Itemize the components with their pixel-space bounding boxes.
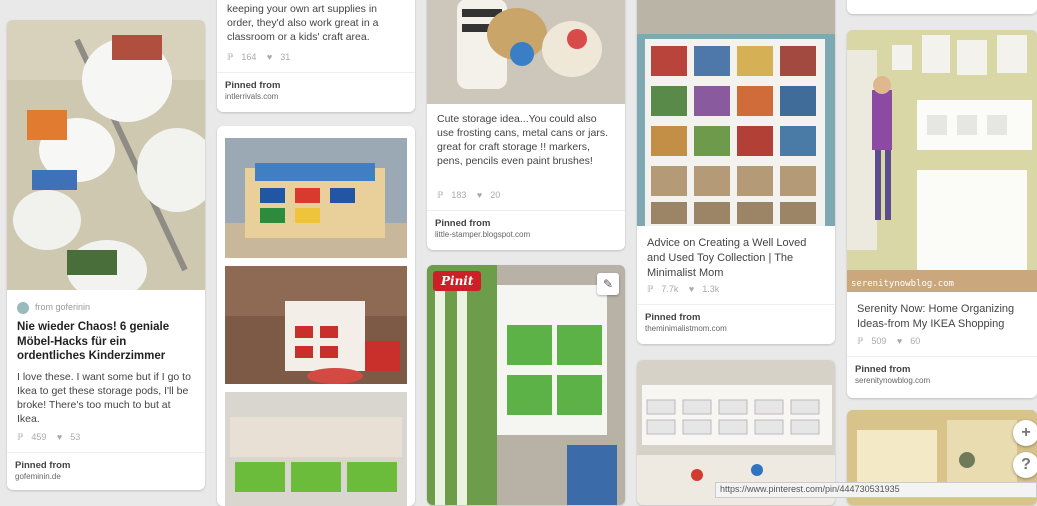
pinned-from[interactable]: Pinned from intlerrivals.com bbox=[217, 72, 415, 101]
pin-card-playroom[interactable] bbox=[217, 126, 415, 506]
pin-image-pods[interactable] bbox=[7, 20, 205, 290]
pin-stats: ℙ 164 ♥ 31 bbox=[227, 52, 298, 63]
heart-icon: ♥ bbox=[476, 190, 483, 200]
pinned-from[interactable]: Pinned from gofeminin.de bbox=[7, 452, 205, 481]
pin-icon: ℙ bbox=[437, 190, 444, 200]
help-button[interactable]: ? bbox=[1013, 452, 1037, 478]
like-count: 60 bbox=[910, 336, 921, 346]
image-watermark: serenitynowblog.com bbox=[851, 279, 954, 289]
repin-count: 164 bbox=[241, 52, 257, 62]
pin-description: Serenity Now: Home Organizing Ideas-from… bbox=[857, 303, 1015, 330]
kallax-shelf-photo bbox=[637, 0, 835, 226]
like-count: 20 bbox=[490, 190, 501, 200]
ikea-desk-photo bbox=[847, 30, 1037, 292]
lego-table-photo bbox=[225, 138, 407, 258]
pin-card-minimalist-mom[interactable]: Advice on Creating a Well Loved and Used… bbox=[637, 0, 835, 344]
pin-description: I love these. I want some but if I go to… bbox=[17, 371, 191, 425]
pin-icon: ℙ bbox=[227, 52, 234, 62]
status-url: https://www.pinterest.com/pin/4447305319… bbox=[715, 482, 1037, 498]
pinit-button[interactable]: Pinit bbox=[433, 271, 482, 291]
green-bench-photo bbox=[427, 265, 625, 505]
repin-count: 7.7k bbox=[661, 284, 679, 294]
heart-icon: ♥ bbox=[896, 336, 903, 346]
repin-count: 459 bbox=[31, 432, 47, 442]
pin-description: Cute storage idea...You could also use f… bbox=[437, 113, 608, 167]
pinned-from[interactable]: Pinned from serenitynowblog.com bbox=[847, 356, 1037, 385]
pin-title[interactable]: Nie wieder Chaos! 6 geniale Möbel-Hacks … bbox=[17, 320, 197, 364]
pin-stats: ℙ 459 ♥ 53 bbox=[17, 432, 88, 443]
avatar bbox=[17, 302, 29, 314]
pin-card-serenity-now[interactable]: serenitynowblog.com Serenity Now: Home O… bbox=[847, 30, 1037, 398]
pin-card-green-bench[interactable]: Pinit ✎ bbox=[427, 265, 625, 505]
pin-card-little-stamper[interactable]: Cute storage idea...You could also use f… bbox=[427, 0, 625, 250]
white-pod-organizers-photo bbox=[7, 20, 205, 290]
pin-image-green-bench[interactable] bbox=[427, 265, 625, 505]
pin-image-green-bins[interactable] bbox=[225, 392, 407, 506]
green-bins-photo bbox=[225, 392, 407, 506]
pin-stats: ℙ 509 ♥ 60 bbox=[857, 336, 928, 347]
pin-stats: ℙ 183 ♥ 20 bbox=[437, 190, 508, 201]
add-pin-button[interactable]: + bbox=[1013, 420, 1037, 446]
pinned-from-label: Pinned from bbox=[15, 460, 71, 471]
pin-description: keeping your own art supplies in order, … bbox=[227, 3, 379, 43]
pin-description: Advice on Creating a Well Loved and Used… bbox=[647, 237, 807, 279]
like-count: 1.3k bbox=[702, 284, 720, 294]
pin-stats: ℙ 7.7k ♥ 1.3k bbox=[647, 284, 727, 295]
pin-image-cans[interactable] bbox=[427, 0, 625, 104]
pin-icon: ℙ bbox=[857, 336, 864, 346]
pin-source[interactable]: theminimalistmom.com bbox=[645, 324, 727, 333]
pin-image-kallax[interactable] bbox=[637, 0, 835, 226]
pin-source[interactable]: little-stamper.blogspot.com bbox=[435, 230, 530, 239]
pinned-from[interactable]: Pinned from theminimalistmom.com bbox=[637, 304, 835, 333]
craft-cans-photo bbox=[427, 0, 625, 104]
pin-card-partial-top[interactable] bbox=[847, 0, 1037, 14]
pin-image-lego-table[interactable] bbox=[225, 138, 407, 258]
pinned-from-label: Pinned from bbox=[855, 364, 911, 375]
pin-icon: ℙ bbox=[647, 284, 654, 294]
repin-count: 183 bbox=[451, 190, 467, 200]
trofast-stairs-photo bbox=[225, 266, 407, 384]
heart-icon: ♥ bbox=[688, 284, 695, 294]
pinned-from-label: Pinned from bbox=[435, 218, 491, 229]
pinned-from-label: Pinned from bbox=[225, 80, 281, 91]
pencil-icon[interactable]: ✎ bbox=[597, 273, 619, 295]
repin-count: 509 bbox=[871, 336, 887, 346]
pin-attribution[interactable]: from goferinin bbox=[35, 302, 90, 312]
pin-image-ikea-desk[interactable]: serenitynowblog.com bbox=[847, 30, 1037, 292]
like-count: 53 bbox=[70, 432, 81, 442]
pinned-from-label: Pinned from bbox=[645, 312, 701, 323]
heart-icon: ♥ bbox=[266, 52, 273, 62]
heart-icon: ♥ bbox=[56, 432, 63, 442]
pin-icon: ℙ bbox=[17, 432, 24, 442]
pin-card-intlerrivals[interactable]: keeping your own art supplies in order, … bbox=[217, 0, 415, 112]
pinned-from[interactable]: Pinned from little-stamper.blogspot.com bbox=[427, 210, 625, 239]
pin-source[interactable]: gofeminin.de bbox=[15, 472, 61, 481]
pin-card-gofeminin[interactable]: from goferinin Nie wieder Chaos! 6 genia… bbox=[7, 20, 205, 490]
like-count: 31 bbox=[280, 52, 291, 62]
pin-source[interactable]: serenitynowblog.com bbox=[855, 376, 930, 385]
pin-image-trofast-stairs[interactable] bbox=[225, 266, 407, 384]
pin-source[interactable]: intlerrivals.com bbox=[225, 92, 278, 101]
